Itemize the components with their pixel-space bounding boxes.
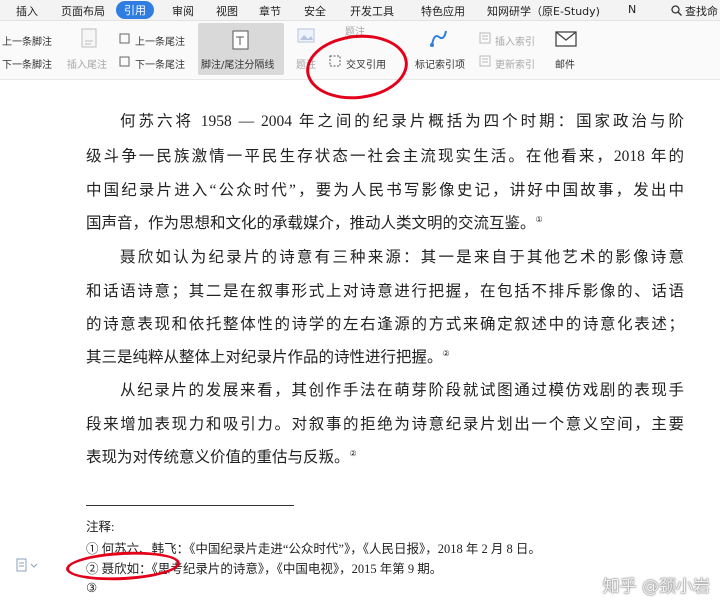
p1-line-1: 何苏六将 1958 — 2004 年之间的纪录片概括为四个时期：国家政治与阶 bbox=[120, 113, 684, 130]
mail-button[interactable]: 邮件 bbox=[555, 56, 575, 71]
separator-icon bbox=[232, 30, 249, 50]
watermark: 知乎 @颈小岩 bbox=[602, 577, 710, 597]
p1-line-2: 级斗争一民族激情一平民生存状态一社会主流现实生活。在他看来，2018 年的 bbox=[86, 148, 684, 165]
caption-button[interactable]: 题注 bbox=[296, 56, 316, 71]
footnote-item-3[interactable]: ③ bbox=[86, 580, 97, 596]
tab-references[interactable]: 引用 bbox=[116, 1, 154, 19]
p2-line-3: 的诗意表现和依托整体性的诗学的左右逢源的方式来确定叙述中的诗意化表述； bbox=[86, 316, 684, 333]
footnote-mark-2[interactable]: ② bbox=[443, 349, 450, 358]
tab-developer[interactable]: 开发工具 bbox=[350, 3, 394, 19]
p2-line-2: 和话语诗意；其二是在叙事形式上对诗意进行把握，在包括不排斥影像的、话语 bbox=[86, 283, 684, 300]
p2-line-4: 其三是纯粹从整体上对纪录片作品的诗性进行把握。② bbox=[86, 348, 450, 366]
footnote-item-1[interactable]: ① 何苏六、韩飞：《中国纪录片走进“公众时代”》，《人民日报》，2018 年 2… bbox=[86, 538, 541, 557]
prev-endnote-icon bbox=[119, 33, 130, 44]
ribbon-tabs: 插入 页面布局 引用 审阅 视图 章节 安全 开发工具 特色应用 知网研学（原E… bbox=[0, 0, 720, 21]
cross-reference-icon bbox=[329, 55, 341, 67]
next-endnote-icon bbox=[119, 56, 130, 67]
search-label: 查找命 bbox=[685, 5, 718, 18]
p1-line-4: 国声音，作为思想和文化的承载媒介，推动人类文明的交流互鉴。① bbox=[86, 214, 543, 232]
insert-endnote-icon bbox=[81, 28, 97, 48]
tab-cnki[interactable]: 知网研学（原E-Study) bbox=[487, 3, 600, 19]
update-index-icon bbox=[479, 55, 491, 67]
footnote-mark-1[interactable]: ① bbox=[536, 215, 543, 224]
tab-page-layout[interactable]: 页面布局 bbox=[61, 3, 105, 19]
footnote-heading: 注释: bbox=[86, 520, 115, 534]
references-toolbar: 上一条脚注 下一条脚注 插入尾注 上一条尾注 下一条尾注 脚注/尾注分隔线 题注… bbox=[0, 21, 720, 80]
tab-security[interactable]: 安全 bbox=[304, 3, 326, 19]
search-command[interactable]: 查找命 bbox=[670, 3, 718, 19]
insert-index-icon bbox=[479, 32, 491, 44]
caption-icon bbox=[297, 28, 315, 43]
tab-review[interactable]: 审阅 bbox=[172, 3, 194, 19]
p1-line-3: 中国纪录片进入“公众时代”，要为人民书写影像史记，讲好中国故事，发出中 bbox=[86, 182, 684, 199]
footnote-item-2[interactable]: ② 聂欣如：《思考纪录片的诗意》，《中国电视》，2015 年第 9 期。 bbox=[86, 558, 442, 577]
tab-insert[interactable]: 插入 bbox=[16, 3, 38, 19]
caption-top-label: 题注 bbox=[345, 27, 365, 38]
p3-line-1: 从纪录片的发展来看，其创作手法在萌芽阶段就试图通过模仿戏剧的表现手 bbox=[120, 382, 684, 399]
insert-endnote-button[interactable]: 插入尾注 bbox=[67, 56, 107, 71]
mail-icon bbox=[555, 31, 577, 47]
tab-special[interactable]: 特色应用 bbox=[421, 3, 465, 19]
footnote-mark-3[interactable]: ② bbox=[350, 449, 357, 458]
tab-view[interactable]: 视图 bbox=[216, 3, 238, 19]
prev-footnote-button[interactable]: 上一条脚注 bbox=[2, 33, 52, 48]
next-endnote-button[interactable]: 下一条尾注 bbox=[135, 56, 185, 71]
separator-label: 脚注/尾注分隔线 bbox=[201, 60, 275, 71]
p2-line-1: 聂欣如认为纪录片的诗意有三种来源：其一是来自于其他艺术的影像诗意 bbox=[120, 249, 684, 266]
footnote-separator-button[interactable]: 脚注/尾注分隔线 bbox=[198, 23, 284, 75]
tab-chapter[interactable]: 章节 bbox=[259, 3, 281, 19]
update-index-button[interactable]: 更新索引 bbox=[495, 56, 535, 71]
p3-line-3: 表现为对传统意义价值的重估与反叛。② bbox=[86, 448, 357, 466]
next-footnote-button[interactable]: 下一条脚注 bbox=[2, 56, 52, 71]
search-icon bbox=[670, 5, 682, 16]
footnote-separator-line bbox=[86, 505, 294, 506]
cross-reference-button[interactable]: 交叉引用 bbox=[346, 56, 386, 71]
p3-line-2: 段来增加表现力和吸引力。对叙事的拒绝为诗意纪录片划出一个意义空间，主要 bbox=[86, 416, 684, 433]
mark-index-button[interactable]: 标记索引项 bbox=[415, 56, 465, 71]
prev-endnote-button[interactable]: 上一条尾注 bbox=[135, 33, 185, 48]
insert-index-button[interactable]: 插入索引 bbox=[495, 33, 535, 48]
mark-index-icon bbox=[430, 30, 447, 47]
document-margin-icon[interactable] bbox=[16, 558, 38, 572]
tab-more[interactable]: N bbox=[628, 3, 636, 16]
